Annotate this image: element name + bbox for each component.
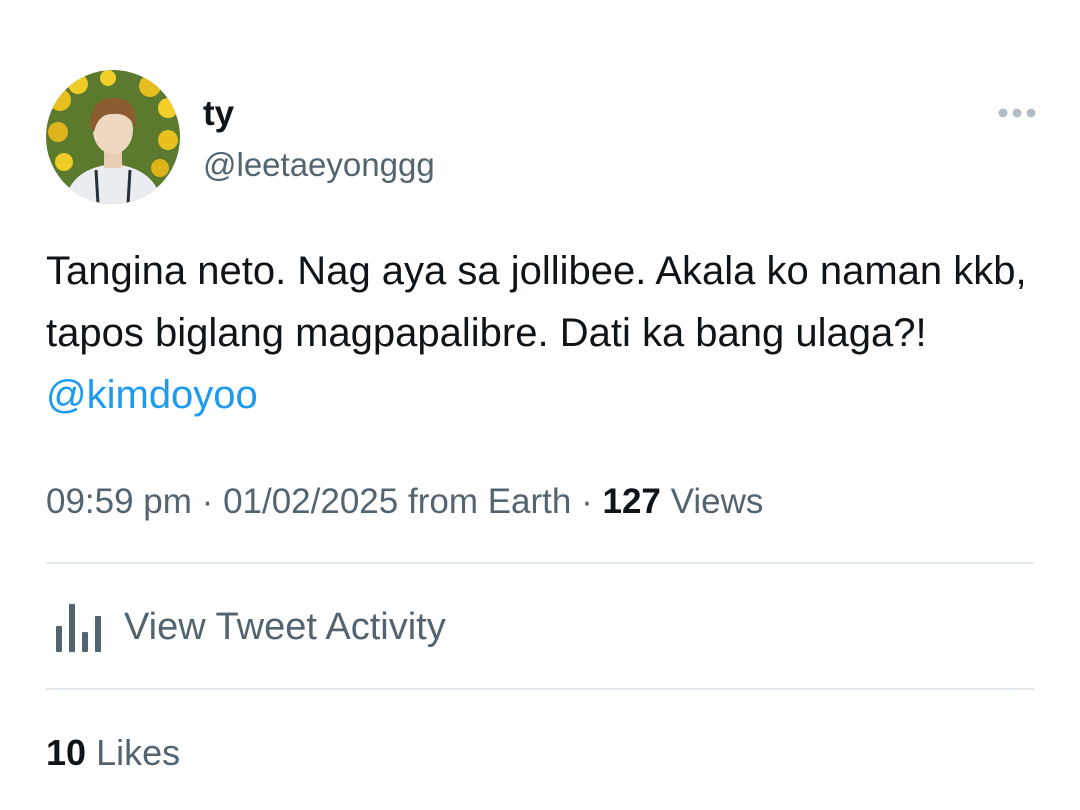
tweet-body: Tangina neto. Nag aya sa jollibee. Akala… [46,249,1027,355]
views-count: 127 [602,482,661,521]
meta-separator: · [581,482,593,521]
tweet-text: Tangina neto. Nag aya sa jollibee. Akala… [46,240,1036,426]
more-horizontal-icon[interactable] [996,103,1038,123]
tweet-meta: 09:59 pm · 01/02/2025 from Earth · 127 V… [46,478,763,526]
display-name[interactable]: ty [203,92,234,136]
tweet-time[interactable]: 09:59 pm [46,482,192,521]
likes-label: Likes [96,732,181,773]
mention-link[interactable]: @kimdoyoo [46,373,258,417]
author-handle[interactable]: @leetaeyonggg [203,143,435,187]
views-label: Views [670,482,764,521]
divider [46,562,1034,564]
meta-separator: · [201,482,214,521]
avatar[interactable] [46,70,180,204]
view-tweet-activity-button[interactable]: View Tweet Activity [46,598,1034,658]
avatar-image [46,70,180,204]
tweet-date[interactable]: 01/02/2025 [223,482,398,521]
bar-chart-icon [54,600,104,652]
tweet-source: from Earth [407,482,572,521]
likes-link[interactable]: 10 Likes [46,728,180,778]
divider [46,688,1034,690]
likes-count: 10 [46,732,87,773]
view-tweet-activity-label: View Tweet Activity [124,606,446,648]
